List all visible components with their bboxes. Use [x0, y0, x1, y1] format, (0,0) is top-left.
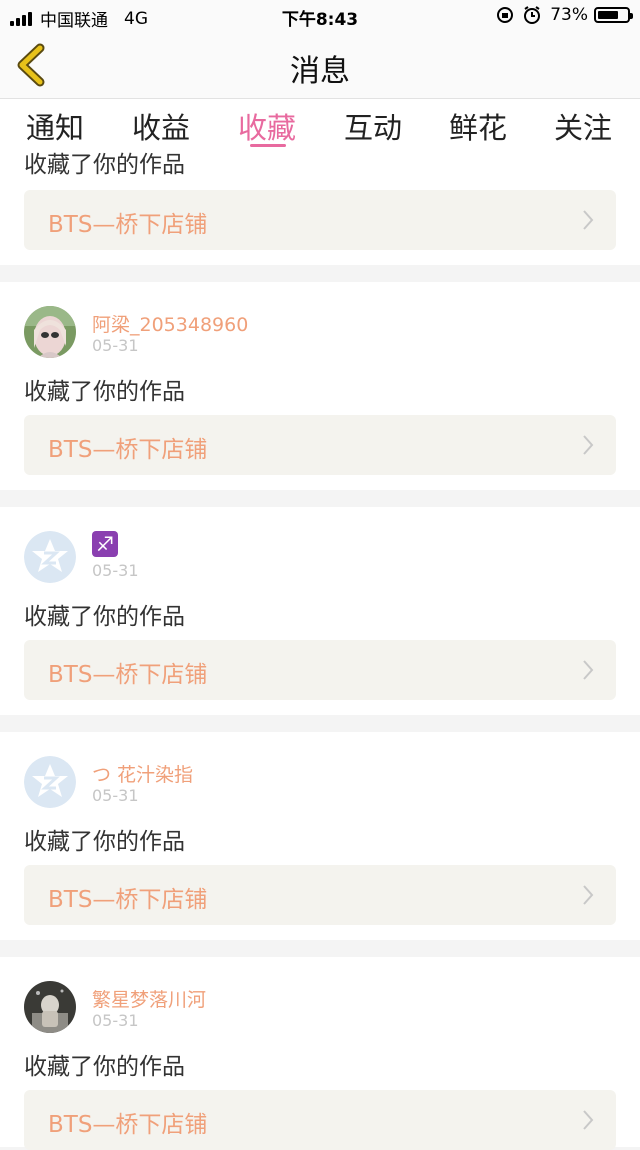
avatar[interactable] — [24, 981, 76, 1033]
date: 05-31 — [92, 1011, 139, 1030]
tab-favorites[interactable]: 收藏 — [222, 105, 312, 147]
nav-bar: 消息 — [0, 32, 640, 99]
work-title: BTS—桥下店铺 — [48, 1112, 208, 1138]
tab-follow[interactable]: 关注 — [538, 105, 628, 147]
default-avatar-icon[interactable] — [24, 756, 76, 808]
active-tab-indicator — [250, 144, 286, 147]
username[interactable]: 阿梁_205348960 — [92, 310, 248, 337]
page-title: 消息 — [290, 54, 350, 89]
work-link[interactable]: BTS—桥下店铺 — [24, 865, 616, 925]
battery-icon — [594, 7, 633, 23]
work-title: BTS—桥下店铺 — [48, 887, 208, 913]
list-item: ♐ 05-31 收藏了你的作品 BTS—桥下店铺 — [0, 507, 640, 715]
chevron-right-icon — [583, 885, 594, 905]
battery-percent: 73% — [550, 5, 588, 25]
work-link[interactable]: BTS—桥下店铺 — [24, 640, 616, 700]
work-link[interactable]: BTS—桥下店铺 — [24, 415, 616, 475]
chevron-right-icon — [583, 660, 594, 680]
avatar[interactable] — [24, 306, 76, 358]
date: 05-31 — [92, 786, 139, 805]
username[interactable]: 繁星梦落川河 — [92, 985, 206, 1012]
work-title: BTS—桥下店铺 — [48, 212, 208, 238]
username[interactable]: ♐ — [92, 531, 118, 557]
tab-interaction[interactable]: 互动 — [328, 105, 418, 147]
date: 05-31 — [92, 336, 139, 355]
list-item: 繁星梦落川河 05-31 收藏了你的作品 BTS—桥下店铺 — [0, 957, 640, 1150]
work-link[interactable]: BTS—桥下店铺 — [24, 1090, 616, 1150]
action-text: 收藏了你的作品 — [24, 152, 185, 178]
work-title: BTS—桥下店铺 — [48, 662, 208, 688]
tab-notice[interactable]: 通知 — [10, 105, 100, 147]
list-item: 收藏了你的作品 BTS—桥下店铺 — [0, 149, 640, 265]
chevron-right-icon — [583, 210, 594, 230]
date: 05-31 — [92, 561, 139, 580]
action-text: 收藏了你的作品 — [24, 604, 185, 630]
username[interactable]: つ 花汁染指 — [92, 760, 193, 787]
work-title: BTS—桥下店铺 — [48, 437, 208, 463]
default-avatar-icon[interactable] — [24, 531, 76, 583]
rotation-lock-icon — [497, 7, 514, 23]
alarm-icon — [524, 6, 541, 24]
tab-flowers[interactable]: 鲜花 — [433, 105, 523, 147]
status-bar: 中国联通 4G 下午8:43 73% — [0, 0, 640, 32]
tab-bar: 通知 收益 收藏 互动 鲜花 关注 — [0, 99, 640, 149]
chevron-right-icon — [583, 1110, 594, 1130]
work-link[interactable]: BTS—桥下店铺 — [24, 190, 616, 250]
tab-earnings[interactable]: 收益 — [116, 105, 206, 147]
list-item: つ 花汁染指 05-31 收藏了你的作品 BTS—桥下店铺 — [0, 732, 640, 940]
action-text: 收藏了你的作品 — [24, 379, 185, 405]
action-text: 收藏了你的作品 — [24, 829, 185, 855]
action-text: 收藏了你的作品 — [24, 1054, 185, 1080]
list-item: 阿梁_205348960 05-31 收藏了你的作品 BTS—桥下店铺 — [0, 282, 640, 490]
chevron-right-icon — [583, 435, 594, 455]
